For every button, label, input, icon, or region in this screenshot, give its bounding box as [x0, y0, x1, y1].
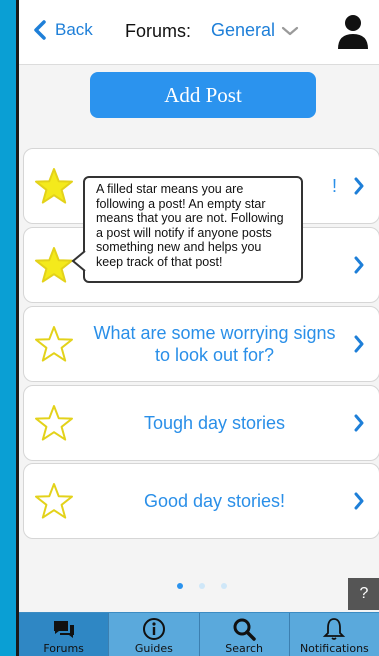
header: Back Forums: General	[19, 0, 379, 65]
page-dot[interactable]	[199, 583, 205, 589]
tab-label: Guides	[134, 642, 173, 655]
bell-icon	[323, 618, 346, 640]
forum-dropdown[interactable]: General	[211, 20, 299, 41]
tab-forums[interactable]: Forums	[19, 613, 110, 656]
star-filled-icon[interactable]	[34, 246, 74, 284]
star-filled-icon[interactable]	[34, 167, 74, 205]
chevron-right-icon	[354, 256, 364, 274]
post-row[interactable]: What are some worrying signs to look out…	[23, 306, 379, 382]
chevron-right-icon	[354, 335, 364, 353]
tab-label: Forums	[43, 642, 84, 655]
post-title: What are some worrying signs to look out…	[93, 323, 336, 365]
page-dot[interactable]	[177, 583, 183, 589]
tab-label: Search	[225, 642, 264, 655]
tooltip-arrow	[71, 250, 86, 272]
post-title: Good day stories!	[143, 491, 286, 511]
search-icon	[233, 618, 256, 641]
chevron-right-icon	[354, 492, 364, 510]
chevron-right-icon	[354, 177, 364, 195]
chevron-left-icon	[34, 20, 46, 40]
tab-notifications[interactable]: Notifications	[290, 613, 379, 656]
post-row[interactable]: Tough day stories	[23, 385, 379, 461]
post-title: Tough day stories	[143, 413, 286, 433]
star-outline-icon[interactable]	[34, 325, 74, 363]
tab-search[interactable]: Search	[200, 613, 290, 656]
tab-label: Notifications	[299, 642, 369, 655]
profile-icon[interactable]	[337, 14, 369, 55]
back-button[interactable]: Back	[33, 20, 93, 40]
forum-icon	[53, 621, 74, 638]
user-icon	[338, 15, 368, 49]
chevron-right-icon	[354, 414, 364, 432]
star-help-tooltip: A filled star means you are following a …	[83, 176, 303, 283]
forum-selected-value: General	[211, 20, 276, 40]
back-label: Back	[55, 20, 93, 39]
help-button[interactable]: ?	[348, 578, 379, 610]
post-row[interactable]: Good day stories!	[23, 463, 379, 539]
tab-guides[interactable]: Guides	[109, 613, 200, 656]
info-icon	[142, 618, 165, 640]
page-dot[interactable]	[221, 583, 227, 589]
pagination-dots	[177, 583, 227, 589]
chevron-down-icon	[281, 26, 299, 35]
app-screen: Back Forums: General Add Post ! What are …	[16, 0, 379, 656]
add-post-button[interactable]: Add Post	[90, 72, 316, 118]
star-outline-icon[interactable]	[34, 404, 74, 442]
forums-label: Forums:	[125, 21, 192, 41]
tab-bar: Forums Guides Search Notifications	[19, 612, 379, 656]
star-outline-icon[interactable]	[34, 482, 74, 520]
